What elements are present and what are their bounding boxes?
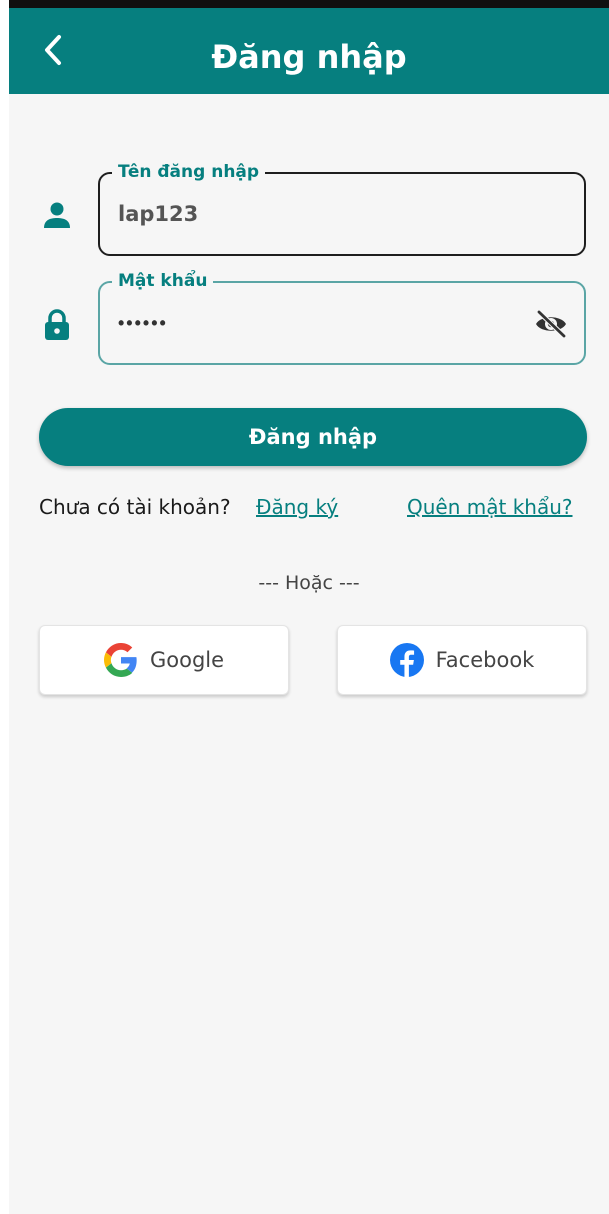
page-title: Đăng nhập <box>211 38 407 76</box>
or-divider: --- Hoặc --- <box>258 572 360 594</box>
facebook-label: Facebook <box>435 648 535 672</box>
eye-off-icon[interactable] <box>534 309 568 339</box>
facebook-icon <box>389 643 424 677</box>
app-bar: Đăng nhập <box>9 8 609 94</box>
person-icon <box>44 202 70 228</box>
login-screen: Đăng nhập Tên đăng nhập lap123 Mật khẩu … <box>9 0 609 1214</box>
no-account-text: Chưa có tài khoản? <box>39 495 231 519</box>
status-bar <box>9 0 609 8</box>
google-login-button[interactable]: Google <box>39 625 289 695</box>
username-label: Tên đăng nhập <box>112 162 266 182</box>
username-value: lap123 <box>118 202 199 226</box>
lock-icon <box>45 309 69 340</box>
facebook-login-button[interactable]: Facebook <box>337 625 587 695</box>
google-icon <box>103 643 137 677</box>
forgot-password-link[interactable]: Quên mật khẩu? <box>407 495 573 519</box>
password-label: Mật khẩu <box>112 271 214 291</box>
username-field[interactable]: Tên đăng nhập lap123 <box>98 162 586 256</box>
password-value: •••••• <box>118 313 168 333</box>
register-link[interactable]: Đăng ký <box>256 495 338 519</box>
google-label: Google <box>149 648 225 672</box>
login-button[interactable]: Đăng nhập <box>39 408 587 466</box>
password-field[interactable]: Mật khẩu •••••• <box>98 271 586 365</box>
